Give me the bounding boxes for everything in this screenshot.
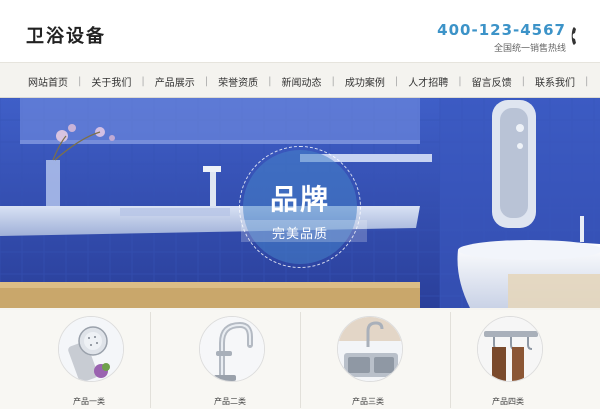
nav-item[interactable]: 网站首页 | — [18, 74, 81, 89]
nav-item[interactable]: 荣誉资质 | — [208, 74, 271, 89]
nav-item[interactable]: 联系我们 | — [525, 74, 588, 89]
nav-item-label[interactable]: 新闻动态 — [272, 74, 332, 89]
brand-badge-fill: 品牌 完美品质 — [241, 150, 367, 264]
towel-hook-icon — [478, 317, 542, 381]
product-divider — [450, 312, 451, 408]
product-caption[interactable]: 产品三类 — [313, 396, 423, 407]
nav-item[interactable]: 关于我们 | — [81, 74, 144, 89]
hotline-number: 400-123-4567 — [437, 21, 566, 39]
nav-item-label[interactable]: 成功案例 — [335, 74, 395, 89]
nav-item[interactable]: 成功案例 | — [335, 74, 398, 89]
product-card-3[interactable]: 产品三类 — [313, 314, 423, 409]
nav-list: 网站首页 | 关于我们 | 产品展示 | 荣誉资质 | 新闻动态 | 成功案例 | 人才招聘 | 留言反馈 |… — [0, 63, 600, 99]
product-thumb[interactable] — [58, 316, 124, 382]
nav-item[interactable]: 新闻动态 | — [272, 74, 335, 89]
nav-item-label[interactable]: 留言反馈 — [462, 74, 522, 89]
product-thumb[interactable] — [337, 316, 403, 382]
site-logo[interactable]: 卫浴设备 — [26, 22, 106, 48]
nav-item[interactable]: 产品展示 | — [145, 74, 208, 89]
page: 卫浴设备 400-123-4567 全国统一销售热线 网站首页 | 关于我们 | 产品展… — [0, 0, 600, 409]
product-card-2[interactable]: 产品二类 — [175, 314, 285, 409]
product-thumb[interactable] — [477, 316, 543, 382]
phone-icon — [571, 27, 576, 45]
nav-item[interactable]: 留言反馈 | — [462, 74, 525, 89]
nav-separator: | — [585, 75, 589, 87]
main-nav: 网站首页 | 关于我们 | 产品展示 | 荣誉资质 | 新闻动态 | 成功案例 | 人才招聘 | 留言反馈 |… — [0, 62, 600, 98]
nav-item-label[interactable]: 荣誉资质 — [208, 74, 268, 89]
hotline-label: 全国统一销售热线 — [493, 44, 566, 54]
banner-title: 品牌 — [269, 183, 330, 216]
product-thumb[interactable] — [199, 316, 265, 382]
product-caption[interactable]: 产品二类 — [175, 396, 285, 407]
brand-badge: 品牌 完美品质 — [239, 146, 367, 268]
nav-item-label[interactable]: 联系我们 — [525, 74, 585, 89]
nav-item-label[interactable]: 人才招聘 — [398, 74, 458, 89]
hero-banner: 品牌 完美品质 — [0, 98, 600, 308]
sink-icon — [338, 317, 402, 381]
product-caption[interactable]: 产品一类 — [34, 396, 144, 407]
hotline-block: 400-123-4567 全国统一销售热线 — [437, 21, 566, 54]
product-card-1[interactable]: 产品一类 — [34, 314, 144, 409]
faucet-icon — [200, 317, 264, 381]
nav-item-label[interactable]: 网站首页 — [18, 74, 78, 89]
product-divider — [300, 312, 301, 408]
nav-item-label[interactable]: 关于我们 — [81, 74, 141, 89]
shower-head-icon — [59, 317, 123, 381]
site-header: 卫浴设备 400-123-4567 全国统一销售热线 — [0, 0, 600, 62]
nav-item-label[interactable]: 产品展示 — [145, 74, 205, 89]
product-caption[interactable]: 产品四类 — [453, 396, 563, 407]
nav-item[interactable]: 人才招聘 | — [398, 74, 461, 89]
product-divider — [150, 312, 151, 408]
banner-subtitle: 完美品质 — [271, 227, 328, 242]
product-card-4[interactable]: 产品四类 — [453, 314, 563, 409]
